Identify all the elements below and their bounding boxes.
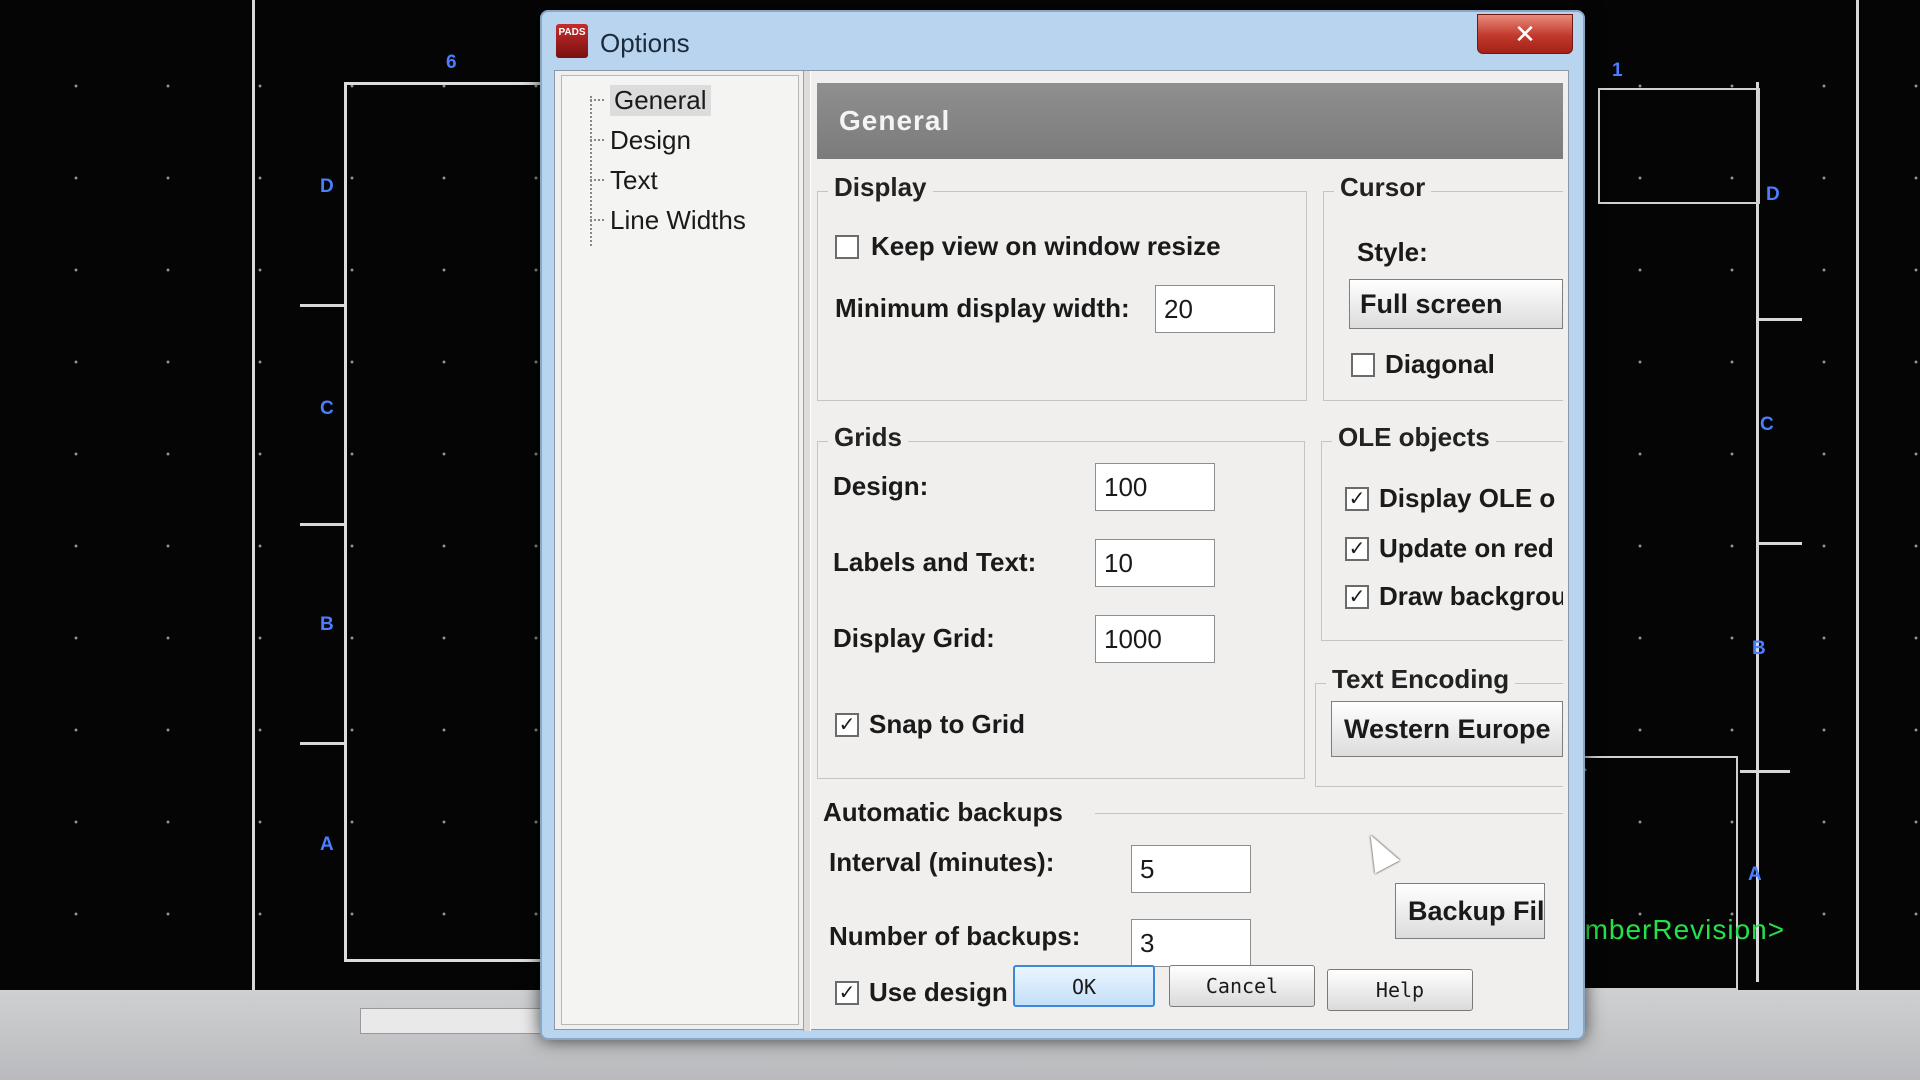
automatic-backups-title: Automatic backups	[823, 797, 1063, 827]
border-line-left	[252, 0, 255, 1000]
use-design-name-label: Use design	[869, 977, 1008, 1007]
sheet-frame-left	[344, 82, 544, 962]
tree-item-label: Text	[610, 164, 658, 195]
display-ole-checkbox[interactable]: ✓	[1345, 487, 1369, 511]
tree-item-general[interactable]: General	[590, 82, 711, 118]
diagonal-checkbox[interactable]	[1351, 353, 1375, 377]
text-encoding-select[interactable]: Western Europe	[1331, 701, 1563, 757]
snap-to-grid-checkbox[interactable]: ✓	[835, 713, 859, 737]
keep-view-checkbox[interactable]	[835, 235, 859, 259]
zone-label-d-left: D	[320, 176, 334, 197]
display-group-title: Display	[828, 172, 933, 203]
zone-label-d-right: D	[1766, 184, 1780, 205]
tree-connector	[590, 219, 604, 221]
tree-connector	[590, 99, 604, 101]
zone-label-b-right: B	[1752, 638, 1766, 659]
update-on-redraw-label: Update on red	[1379, 533, 1554, 563]
update-on-redraw-checkbox[interactable]: ✓	[1345, 537, 1369, 561]
page-title: General	[817, 83, 1563, 159]
zone-label-a-left: A	[320, 834, 334, 855]
tree-item-label: Line Widths	[610, 204, 746, 235]
tree-item-label: Design	[610, 124, 691, 155]
zone-tick-1	[300, 304, 344, 307]
backup-files-button[interactable]: Backup Fil	[1395, 883, 1545, 939]
text-encoding-title: Text Encoding	[1326, 664, 1516, 695]
number-of-backups-label: Number of backups:	[829, 921, 1081, 951]
zone-label-c-left: C	[320, 398, 334, 419]
border-line-right	[1856, 0, 1859, 1030]
options-tree: General Design Text Line Widths	[561, 75, 799, 1025]
diagonal-label: Diagonal	[1385, 349, 1495, 379]
revision-attribute-text: umberRevision>	[1568, 914, 1786, 945]
tree-connector	[590, 179, 604, 181]
use-design-name-checkbox[interactable]: ✓	[835, 981, 859, 1005]
tree-connector	[590, 139, 604, 141]
interval-input[interactable]: 5	[1131, 845, 1251, 893]
labels-text-grid-label: Labels and Text:	[833, 547, 1037, 577]
labels-text-grid-input[interactable]: 10	[1095, 539, 1215, 587]
draw-background-label: Draw backgrou	[1379, 581, 1563, 611]
column-label-left: 6	[446, 52, 457, 73]
zone-label-b-left: B	[320, 614, 334, 635]
column-label-right: 1	[1612, 60, 1623, 81]
zone-tick-3	[300, 742, 344, 745]
help-button[interactable]: Help	[1327, 969, 1473, 1011]
number-of-backups-input[interactable]: 3	[1131, 919, 1251, 967]
tree-item-text[interactable]: Text	[590, 162, 658, 198]
ok-button[interactable]: OK	[1013, 965, 1155, 1007]
sheet-frame-right	[1756, 82, 1759, 982]
zone-tick-r3	[1740, 770, 1790, 773]
zone-tick-r2	[1756, 542, 1802, 545]
design-grid-label: Design:	[833, 471, 929, 501]
interval-label: Interval (minutes):	[829, 847, 1055, 877]
panel-splitter[interactable]	[803, 71, 811, 1031]
tree-item-label: General	[610, 84, 711, 116]
snap-to-grid-label: Snap to Grid	[869, 709, 1025, 739]
tree-item-design[interactable]: Design	[590, 122, 691, 158]
options-dialog: PADS Options ✕ General Design Text Line …	[540, 10, 1585, 1040]
dialog-client-area: General Design Text Line Widths General …	[554, 70, 1569, 1031]
keep-view-label: Keep view on window resize	[871, 231, 1221, 261]
zone-tick-2	[300, 523, 344, 526]
zone-tick-r1	[1756, 318, 1802, 321]
min-width-input[interactable]: 20	[1155, 285, 1275, 333]
mouse-pointer-icon	[1358, 828, 1400, 874]
ole-group-title: OLE objects	[1332, 422, 1496, 453]
pads-app-icon: PADS	[556, 24, 588, 58]
cursor-style-label: Style:	[1357, 237, 1428, 267]
backups-separator	[1095, 813, 1563, 814]
zone-label-c-right: C	[1760, 414, 1774, 435]
cancel-button[interactable]: Cancel	[1169, 965, 1315, 1007]
zone-label-a-right: A	[1748, 864, 1762, 885]
min-width-label: Minimum display width:	[835, 293, 1130, 323]
close-button[interactable]: ✕	[1477, 14, 1573, 54]
tree-item-line-widths[interactable]: Line Widths	[590, 202, 746, 238]
display-grid-input[interactable]: 1000	[1095, 615, 1215, 663]
draw-background-checkbox[interactable]: ✓	[1345, 585, 1369, 609]
title-block	[1574, 756, 1738, 990]
cursor-group-title: Cursor	[1334, 172, 1432, 203]
dialog-titlebar[interactable]: PADS Options ✕	[542, 12, 1583, 70]
display-ole-label: Display OLE o	[1379, 483, 1556, 513]
grids-group-title: Grids	[828, 422, 908, 453]
cursor-style-select[interactable]: Full screen	[1349, 279, 1563, 329]
dialog-title: Options	[600, 28, 690, 58]
design-grid-input[interactable]: 100	[1095, 463, 1215, 511]
display-grid-label: Display Grid:	[833, 623, 995, 653]
revision-table	[1598, 88, 1760, 204]
